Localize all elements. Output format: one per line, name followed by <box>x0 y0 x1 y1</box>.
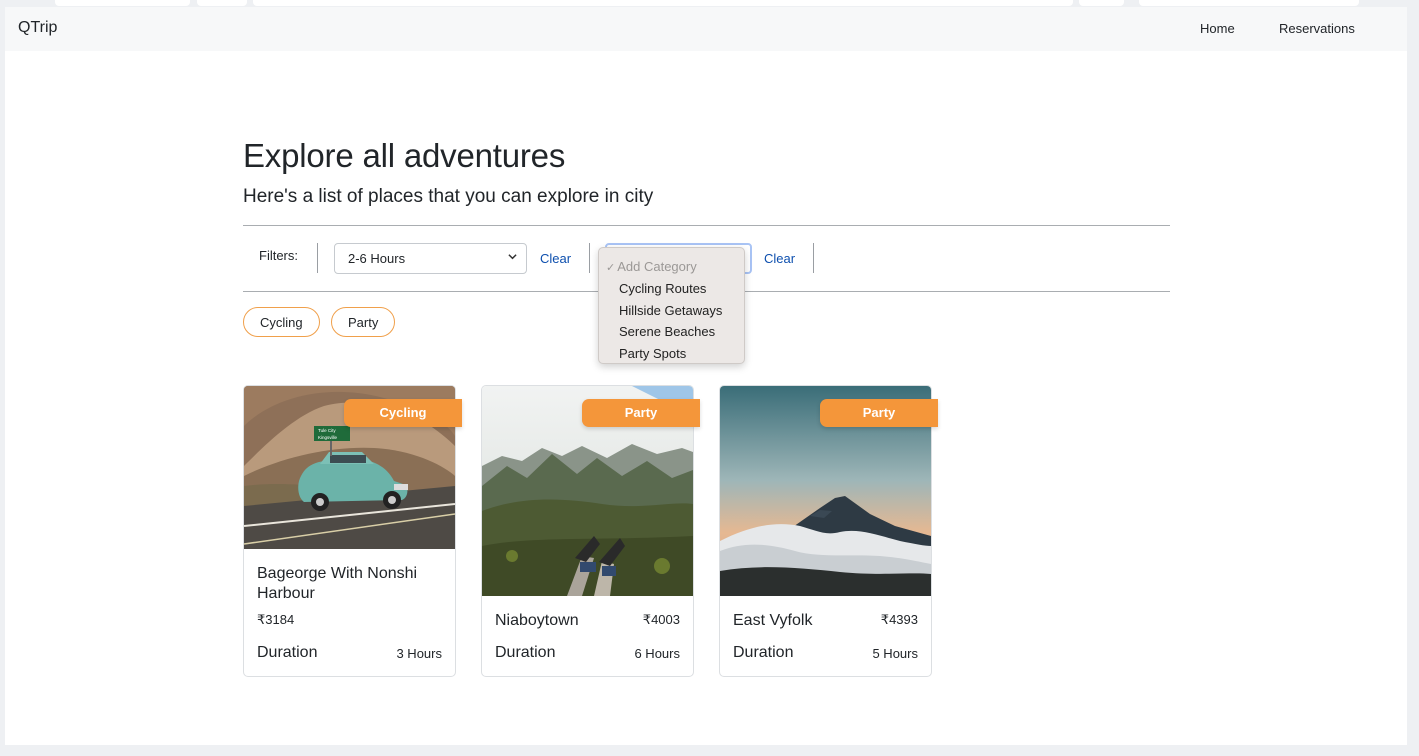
category-banner: Cycling <box>344 399 462 427</box>
filters-label: Filters: <box>259 248 298 263</box>
filter-separator <box>317 243 318 273</box>
adventure-name: East Vyfolk <box>733 612 813 629</box>
dropdown-option-cycling-routes[interactable]: Cycling Routes <box>619 281 706 296</box>
adventure-name: Bageorge With Nonshi Harbour <box>257 565 418 602</box>
top-strip-bar <box>253 0 1073 6</box>
category-dropdown-menu[interactable]: ✓ Add Category Cycling Routes Hillside Ge… <box>598 247 745 364</box>
navbar: QTrip Home Reservations <box>5 7 1407 51</box>
dropdown-option-hillside-getaways[interactable]: Hillside Getaways <box>619 303 722 318</box>
duration-label: Duration <box>495 644 556 661</box>
chevron-down-icon <box>508 252 517 263</box>
duration-clear-link[interactable]: Clear <box>540 251 571 266</box>
adventure-card[interactable]: Party Niaboytown ₹4003 Duration 6 Hours <box>481 385 700 677</box>
chip-party[interactable]: Party <box>331 307 396 337</box>
category-banner: Party <box>582 399 700 427</box>
adventure-card[interactable]: Tule City Kingsville Cycling Bageorge Wi… <box>243 385 462 677</box>
dropdown-option-party-spots[interactable]: Party Spots <box>619 346 686 361</box>
top-strip-tab <box>197 0 247 6</box>
duration-value: 6 Hours <box>634 646 680 661</box>
page-frame: QTrip Home Reservations Explore all adve… <box>5 7 1407 745</box>
top-strip-tab <box>1079 0 1124 6</box>
duration-label: Duration <box>733 644 794 661</box>
sign-text-city: Tule City <box>318 428 336 433</box>
page-subtitle: Here's a list of places that you can exp… <box>243 186 654 207</box>
browser-top-strip <box>0 0 1419 7</box>
dropdown-option-serene-beaches[interactable]: Serene Beaches <box>619 324 715 339</box>
duration-value: 3 Hours <box>396 646 442 661</box>
sign-text-town: Kingsville <box>318 435 338 440</box>
divider-top <box>243 225 1170 226</box>
top-strip-tab <box>1139 0 1359 6</box>
duration-select[interactable]: 2-6 Hours <box>334 243 527 274</box>
duration-select-value: 2-6 Hours <box>348 251 406 266</box>
checkmark-icon: ✓ <box>606 262 616 274</box>
brand-logo[interactable]: QTrip <box>18 19 57 37</box>
adventure-card[interactable]: Party East Vyfolk ₹4393 Duration 5 Hours <box>719 385 938 677</box>
adventure-name: Niaboytown <box>495 612 579 629</box>
duration-label: Duration <box>257 644 318 661</box>
page-title: Explore all adventures <box>243 137 566 174</box>
nav-link-home[interactable]: Home <box>1200 21 1235 36</box>
duration-value: 5 Hours <box>872 646 918 661</box>
top-strip-tab <box>55 0 190 6</box>
adventure-price: ₹4393 <box>880 612 918 627</box>
category-clear-link[interactable]: Clear <box>764 251 795 266</box>
dropdown-placeholder-label: Add Category <box>617 259 697 274</box>
dropdown-option-placeholder[interactable]: ✓ Add Category <box>606 259 697 274</box>
filter-separator <box>813 243 814 273</box>
adventure-price: ₹3184 <box>257 612 295 627</box>
category-banner: Party <box>820 399 938 427</box>
filter-separator <box>589 243 590 273</box>
chip-cycling[interactable]: Cycling <box>243 307 320 337</box>
adventure-price: ₹4003 <box>642 612 680 627</box>
nav-link-reservations[interactable]: Reservations <box>1279 21 1355 36</box>
